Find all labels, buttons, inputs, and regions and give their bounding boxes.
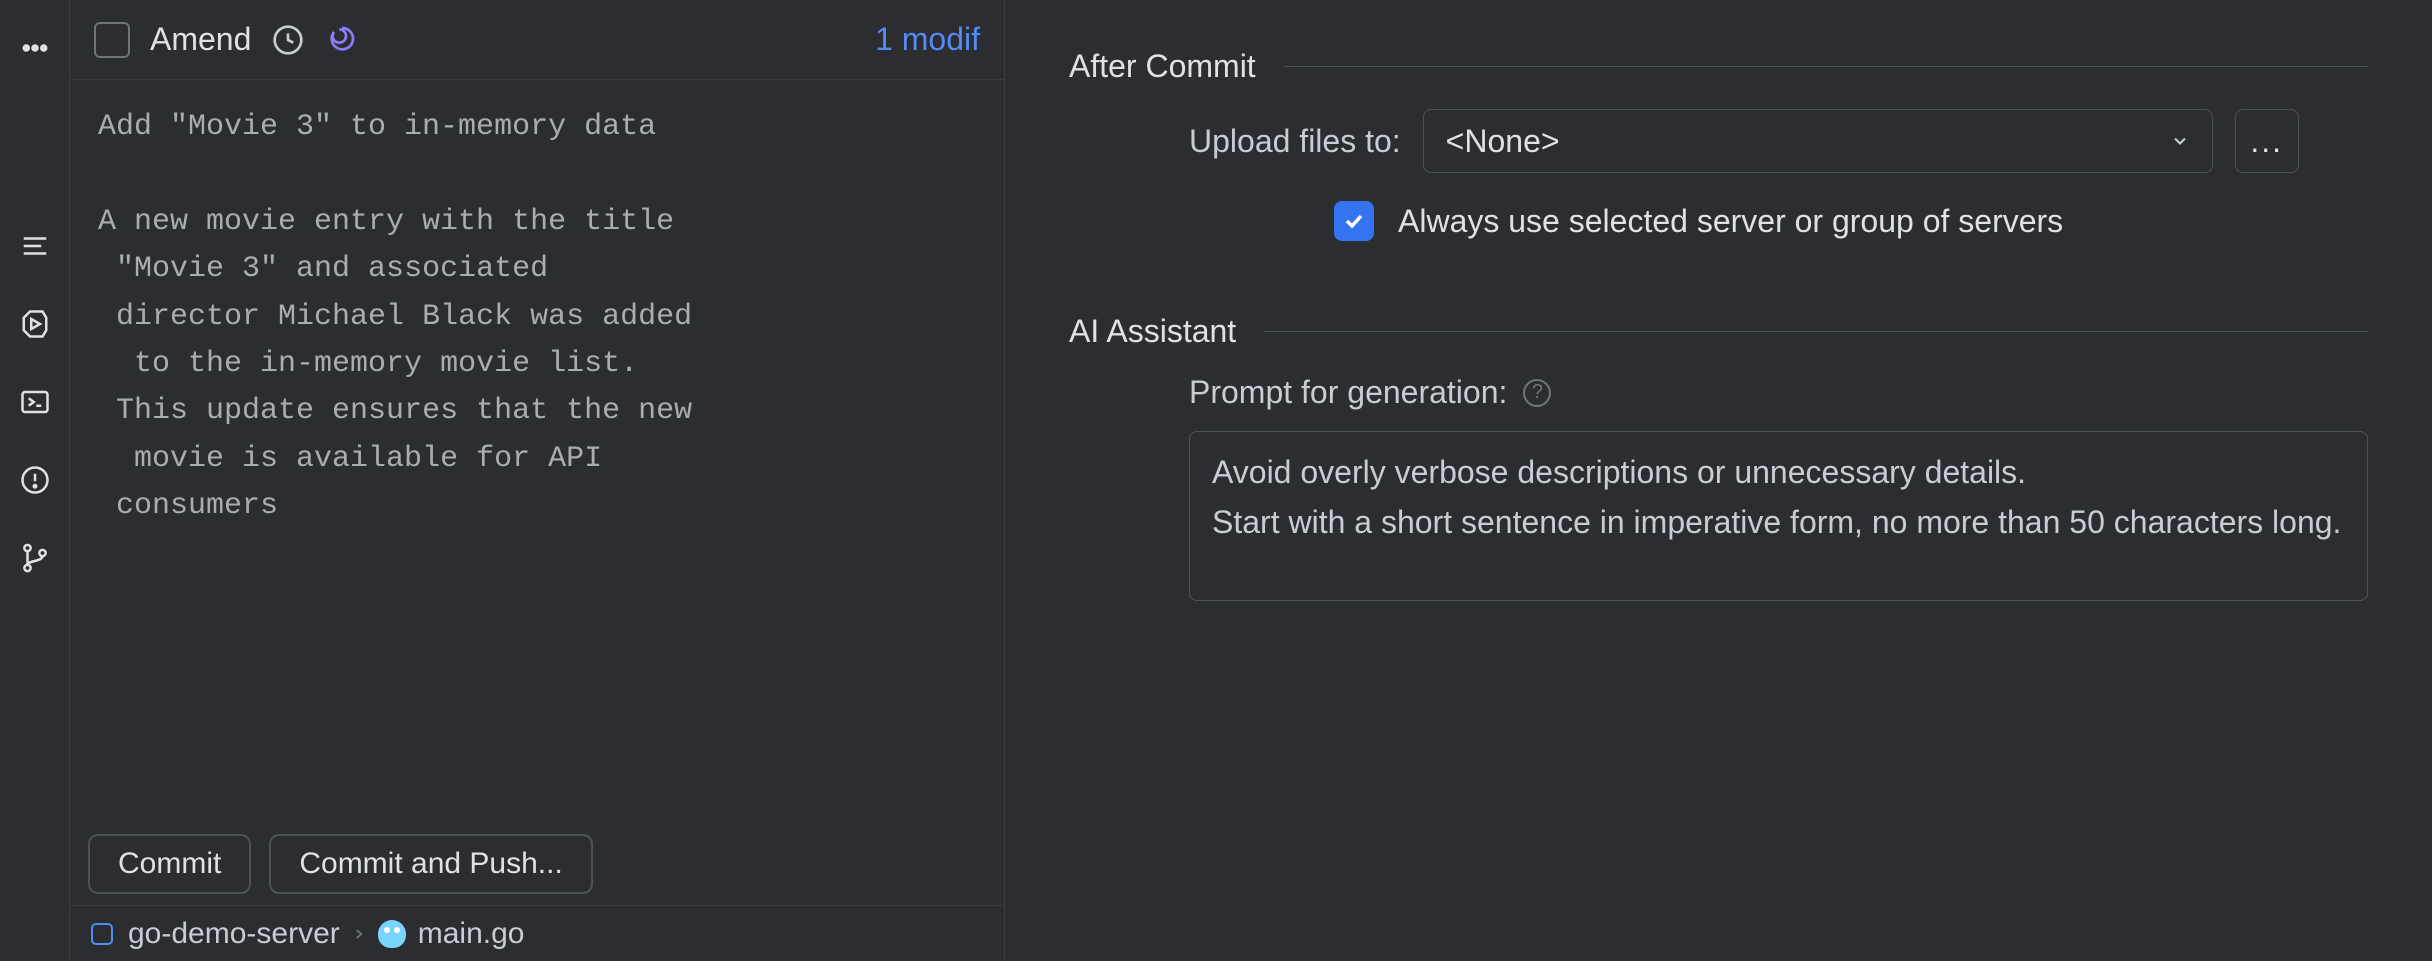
chevron-right-icon	[352, 927, 366, 941]
settings-panel: After Commit Upload files to: <None> ...…	[1005, 0, 2432, 961]
terminal-icon[interactable]	[17, 384, 53, 420]
always-use-checkbox[interactable]	[1334, 201, 1374, 241]
prompt-label: Prompt for generation:	[1189, 374, 1507, 411]
git-branch-icon[interactable]	[17, 540, 53, 576]
problems-icon[interactable]	[17, 462, 53, 498]
go-file-icon	[378, 920, 406, 948]
upload-files-row: Upload files to: <None> ...	[1069, 109, 2368, 173]
left-tool-rail	[0, 0, 70, 961]
ai-spiral-icon[interactable]	[325, 23, 359, 57]
amend-label: Amend	[150, 21, 251, 58]
section-header: After Commit	[1069, 48, 2368, 85]
divider	[1284, 66, 2368, 67]
modified-count-link[interactable]: 1 modif	[875, 21, 980, 58]
chevron-down-icon	[2170, 131, 2190, 151]
breadcrumb-file[interactable]: main.go	[418, 917, 525, 951]
section-title: AI Assistant	[1069, 313, 1236, 350]
section-title: After Commit	[1069, 48, 1256, 85]
upload-select[interactable]: <None>	[1423, 109, 2213, 173]
more-icon[interactable]	[17, 30, 53, 66]
history-icon[interactable]	[271, 23, 305, 57]
amend-checkbox[interactable]	[94, 22, 130, 58]
breadcrumb: go-demo-server main.go	[70, 905, 1004, 961]
breadcrumb-project[interactable]: go-demo-server	[128, 917, 340, 951]
upload-label: Upload files to:	[1189, 123, 1401, 160]
always-use-row: Always use selected server or group of s…	[1069, 201, 2368, 241]
after-commit-section: After Commit Upload files to: <None> ...…	[1069, 48, 2368, 289]
help-icon[interactable]: ?	[1523, 379, 1551, 407]
commit-message-textarea[interactable]: Add "Movie 3" to in-memory data A new mo…	[70, 80, 1004, 823]
prompt-textarea[interactable]: Avoid overly verbose descriptions or unn…	[1189, 431, 2368, 601]
commit-panel: Amend 1 modif Add "Movie 3" to in-memory…	[70, 0, 1005, 961]
commit-button[interactable]: Commit	[88, 834, 251, 894]
upload-selected-value: <None>	[1446, 123, 1560, 160]
always-use-label: Always use selected server or group of s…	[1398, 203, 2063, 240]
upload-more-button[interactable]: ...	[2235, 109, 2299, 173]
prompt-label-row: Prompt for generation: ?	[1069, 374, 2368, 411]
divider	[1264, 331, 2368, 332]
section-header: AI Assistant	[1069, 313, 2368, 350]
run-icon[interactable]	[17, 306, 53, 342]
project-icon	[88, 920, 116, 948]
commit-and-push-button[interactable]: Commit and Push...	[269, 834, 592, 894]
commit-footer: Commit Commit and Push...	[70, 823, 1004, 905]
commit-header: Amend 1 modif	[70, 0, 1004, 80]
ai-assistant-section: AI Assistant Prompt for generation: ? Av…	[1069, 313, 2368, 601]
structure-icon[interactable]	[17, 228, 53, 264]
